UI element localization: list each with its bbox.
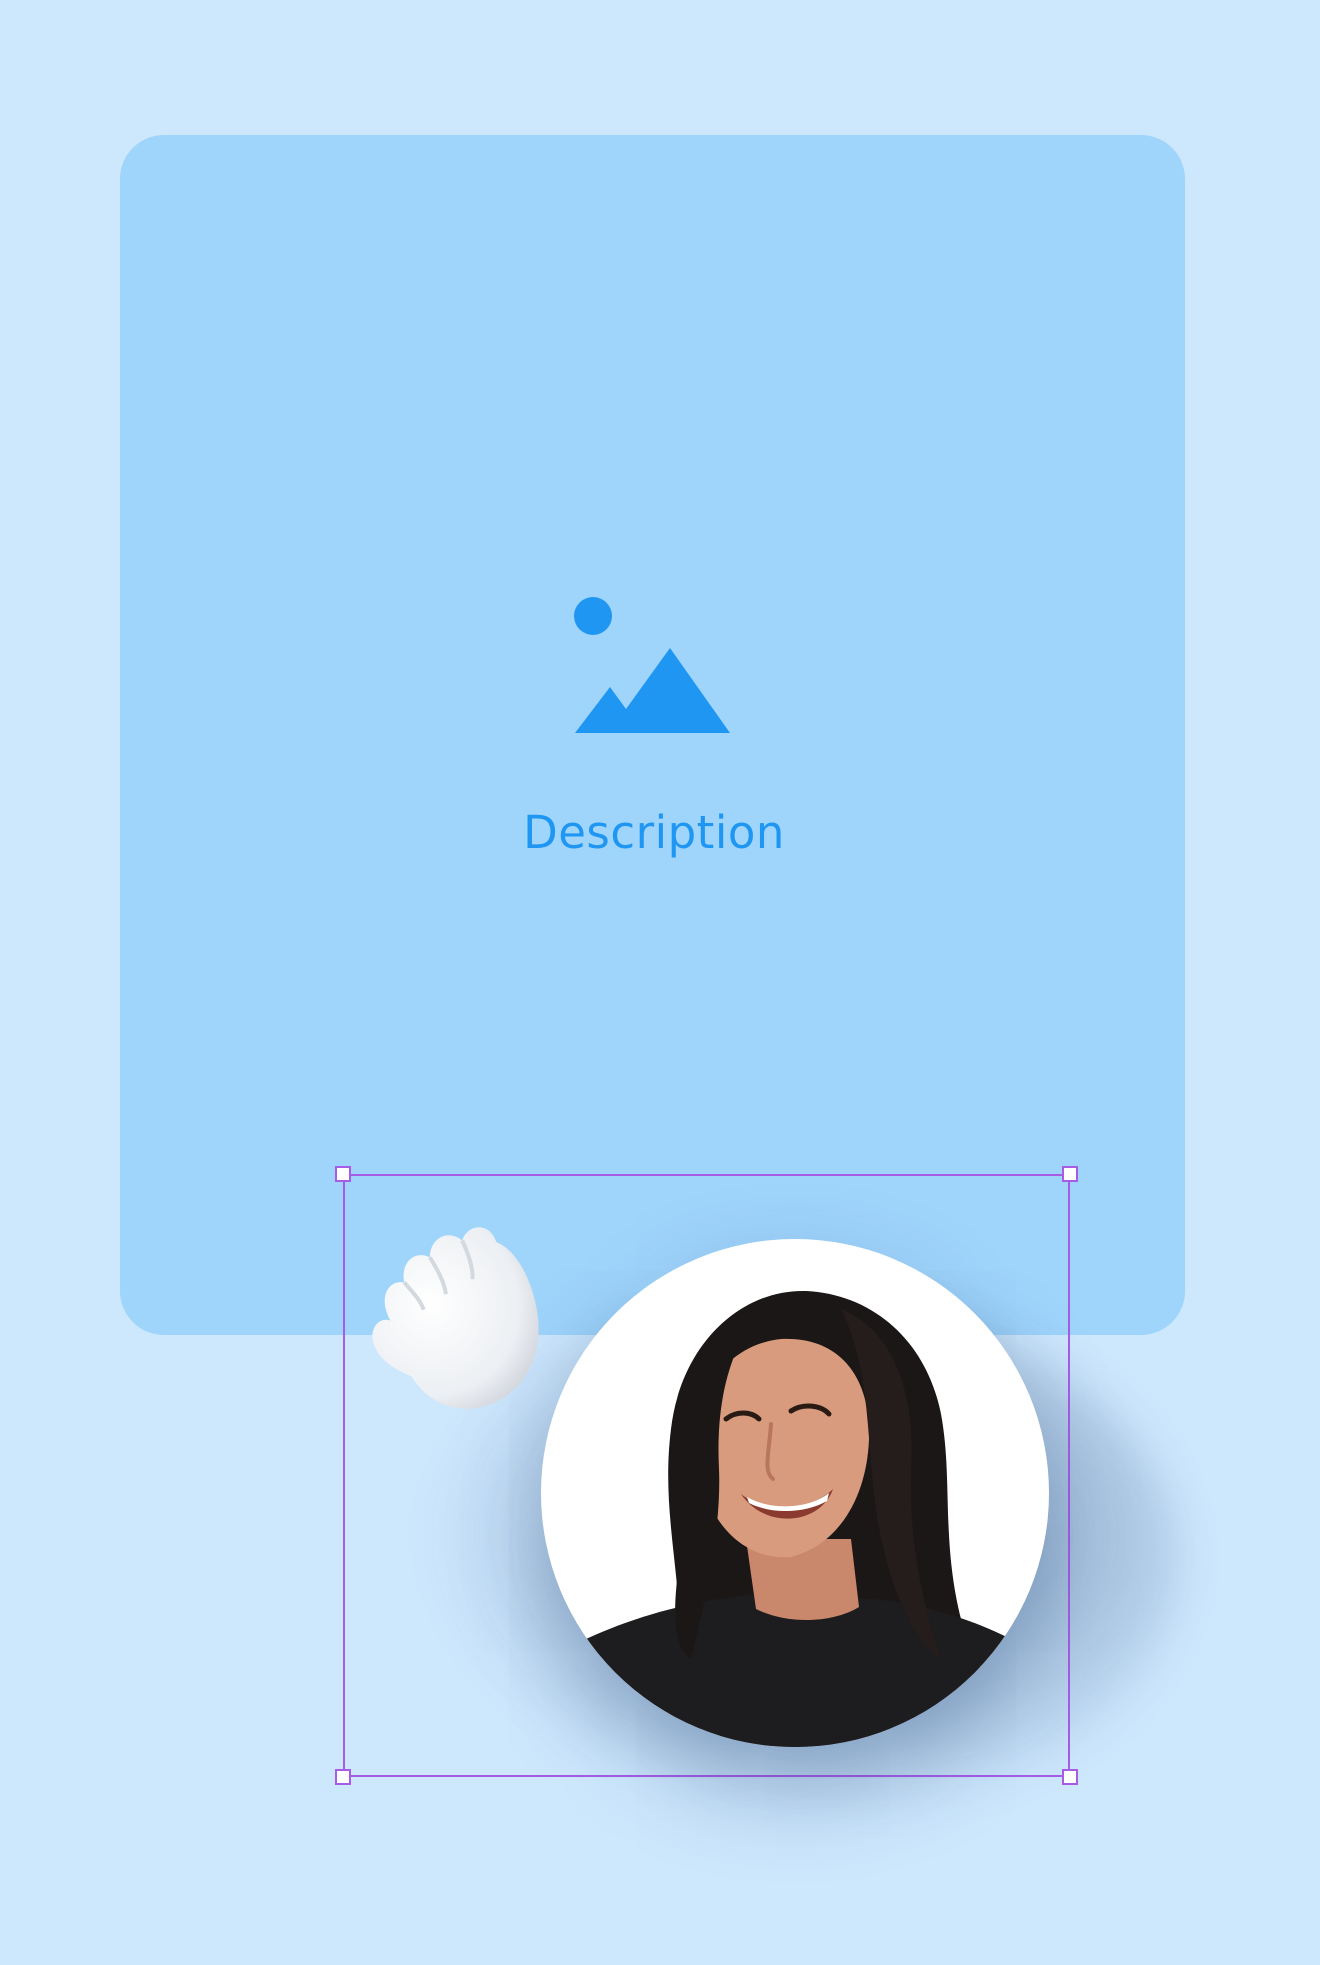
image-placeholder-icon [574,597,730,733]
resize-handle-bottom-right[interactable] [1062,1769,1078,1785]
image-card [120,135,1185,1335]
resize-handle-top-left[interactable] [335,1166,351,1182]
description-label: Description [523,806,785,859]
resize-handle-top-right[interactable] [1062,1166,1078,1182]
avatar[interactable] [541,1239,1049,1747]
resize-handle-bottom-left[interactable] [335,1769,351,1785]
person-photo [561,1290,1049,1747]
